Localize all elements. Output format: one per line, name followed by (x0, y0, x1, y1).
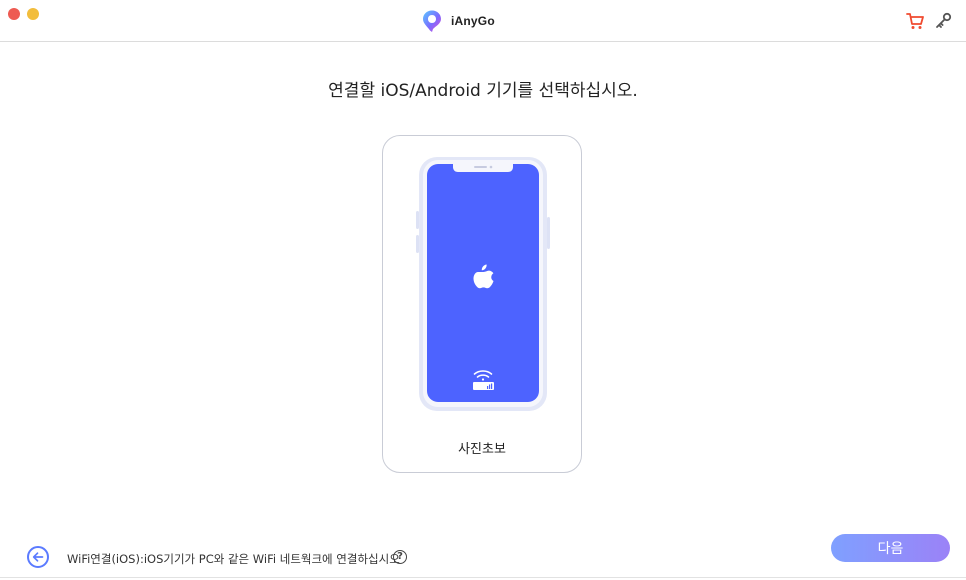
next-button[interactable]: 다음 (831, 534, 950, 562)
app-name: iAnyGo (451, 14, 495, 28)
app-logo-icon (423, 10, 441, 32)
page-heading: 연결할 iOS/Android 기기를 선택하십시오. (328, 81, 638, 101)
minimize-window-button[interactable] (27, 8, 39, 20)
close-window-button[interactable] (8, 8, 20, 20)
key-icon[interactable] (935, 12, 952, 29)
help-icon[interactable]: ? (393, 550, 407, 564)
iphone-illustration (416, 157, 550, 411)
cart-icon[interactable] (906, 12, 924, 30)
device-name: 사진초보 (458, 442, 506, 457)
wifi-connection-hint: WiFi연결(iOS):iOS기기가 PC와 같은 WiFi 네트웍크에 연결하… (67, 552, 400, 566)
app-brand: iAnyGo (421, 9, 495, 33)
device-card-ios[interactable]: 사진초보 (382, 135, 582, 473)
back-arrow-icon (32, 552, 44, 562)
title-bar: iAnyGo (0, 0, 966, 42)
back-button[interactable] (27, 546, 49, 568)
bottom-divider (0, 577, 966, 578)
